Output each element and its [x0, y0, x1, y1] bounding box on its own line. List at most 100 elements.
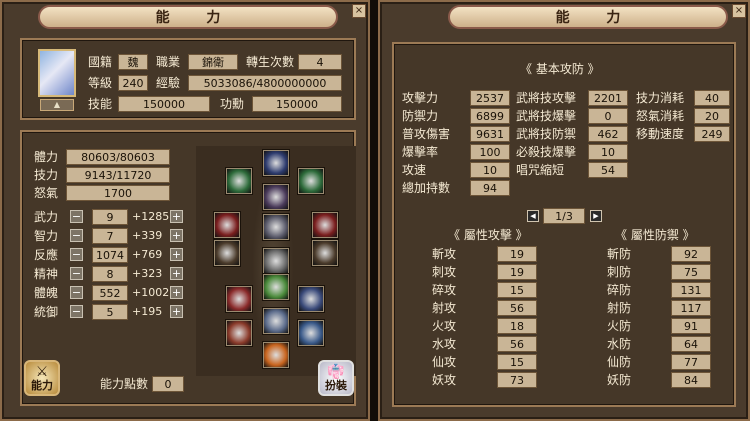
basic-stat-value: 100: [470, 144, 510, 160]
extra-stat-label: 怒氣消耗: [636, 109, 685, 123]
helmet-slot-icon[interactable]: [263, 150, 289, 176]
nation-label: 國籍: [88, 55, 113, 69]
attr-atk-label: 仙攻: [432, 355, 457, 369]
stat-minus-button[interactable]: −: [70, 305, 83, 318]
extra-stat-value: 20: [694, 108, 730, 124]
stat-bonus: +195: [132, 305, 163, 318]
right-close-button[interactable]: ×: [732, 4, 746, 18]
stat-label: 反應: [34, 248, 59, 262]
general-stat-label: 武將技防禦: [516, 127, 577, 141]
offhand-left-slot-icon[interactable]: [214, 240, 240, 266]
stat-minus-button[interactable]: −: [70, 229, 83, 242]
left-title-bar[interactable]: 能 力: [38, 5, 338, 29]
attr-def-value: 91: [671, 318, 711, 334]
armor-slot-icon[interactable]: [263, 214, 289, 240]
stat-plus-button[interactable]: +: [170, 229, 183, 242]
attr-def-label: 火防: [607, 319, 632, 333]
general-stat-value: 54: [588, 162, 628, 178]
general-stat-label: 必殺技爆擊: [516, 145, 577, 159]
ability-panel-left: 能 力 × ▲ 國籍 魏 職業 錦衛 轉生次數 4 等級 240 經驗 5033…: [0, 0, 370, 421]
glove-slot-icon[interactable]: [226, 286, 252, 312]
skill-label: 技能: [88, 97, 113, 111]
stat-minus-button[interactable]: −: [70, 210, 83, 223]
basic-stat-value: 10: [470, 162, 510, 178]
rebirth-label: 轉生次數: [246, 55, 295, 69]
bracelet-slot-icon[interactable]: [226, 320, 252, 346]
right-title-bar[interactable]: 能 力: [448, 5, 728, 29]
talisman-slot-icon[interactable]: [298, 320, 324, 346]
stat-bonus: +323: [132, 267, 163, 280]
stat-value: 8: [92, 266, 128, 282]
stat-bonus: +339: [132, 229, 163, 242]
weapon-left-slot-icon[interactable]: [214, 212, 240, 238]
general-stat-label: 武將技攻擊: [516, 91, 577, 105]
attr-def-label: 仙防: [607, 355, 632, 369]
earring-left-slot-icon[interactable]: [226, 168, 252, 194]
ability-points-label: 能力點數: [100, 377, 149, 391]
panel-gap: [370, 0, 378, 421]
ability-panel-right: 能 力 × 《 基本攻防 》 攻擊力 2537 防禦力 6899 普攻傷害 9631 爆擊率…: [378, 0, 750, 421]
pants-slot-icon[interactable]: [263, 274, 289, 300]
general-stat-value: 462: [588, 126, 628, 142]
stat-plus-button[interactable]: +: [170, 305, 183, 318]
portrait-up-button[interactable]: ▲: [40, 99, 74, 111]
stat-plus-button[interactable]: +: [170, 267, 183, 280]
extra-stat-label: 移動速度: [636, 127, 685, 141]
general-stat-value: 0: [588, 108, 628, 124]
hp-value: 80603/80603: [66, 149, 170, 165]
dress-up-button[interactable]: 👘 扮裝: [318, 360, 354, 396]
stat-value: 7: [92, 228, 128, 244]
attr-atk-value: 18: [497, 318, 537, 334]
job-value: 錦衛: [188, 54, 238, 70]
stat-plus-button[interactable]: +: [170, 210, 183, 223]
attr-def-label: 妖防: [607, 373, 632, 387]
rage-label: 怒氣: [34, 186, 59, 200]
merit-value: 150000: [252, 96, 342, 112]
attr-atk-label: 妖攻: [432, 373, 457, 387]
page-indicator: 1/3: [543, 208, 585, 224]
stat-plus-button[interactable]: +: [170, 286, 183, 299]
basic-stat-label: 爆擊率: [402, 145, 439, 159]
basic-section-title: 《 基本攻防 》: [520, 62, 600, 76]
attr-def-value: 92: [671, 246, 711, 262]
page-next-button[interactable]: ▶: [590, 210, 602, 222]
general-stat-label: 武將技爆擊: [516, 109, 577, 123]
attr-atk-title: 《 屬性攻擊 》: [448, 228, 528, 242]
weapon-right-slot-icon[interactable]: [312, 212, 338, 238]
stat-label: 精神: [34, 267, 59, 281]
left-panel-title: 能 力: [155, 10, 237, 26]
stat-value: 552: [92, 285, 128, 301]
hp-label: 體力: [34, 150, 59, 164]
stat-plus-button[interactable]: +: [170, 248, 183, 261]
offhand-right-slot-icon[interactable]: [312, 240, 338, 266]
mp-label: 技力: [34, 168, 59, 182]
attr-def-label: 斬防: [607, 247, 632, 261]
earring-right-slot-icon[interactable]: [298, 168, 324, 194]
stat-minus-button[interactable]: −: [70, 286, 83, 299]
stat-minus-button[interactable]: −: [70, 248, 83, 261]
right-panel-title: 能 力: [555, 10, 637, 26]
left-close-button[interactable]: ×: [352, 4, 366, 18]
attr-atk-value: 19: [497, 246, 537, 262]
attr-def-title: 《 屬性防禦 》: [615, 228, 695, 242]
merit-label: 功勳: [220, 97, 245, 111]
attr-atk-label: 火攻: [432, 319, 457, 333]
level-value: 240: [118, 75, 148, 91]
belt-slot-icon[interactable]: [263, 248, 289, 274]
necklace-slot-icon[interactable]: [263, 184, 289, 210]
attr-atk-label: 射攻: [432, 301, 457, 315]
skill-value: 150000: [118, 96, 210, 112]
ability-tab-button[interactable]: ⚔ 能力: [24, 360, 60, 396]
stat-bonus: +769: [132, 248, 163, 261]
exp-value: 5033086/4800000000: [188, 75, 342, 91]
attr-def-value: 64: [671, 336, 711, 352]
page-prev-button[interactable]: ◀: [527, 210, 539, 222]
ring-slot-icon[interactable]: [298, 286, 324, 312]
basic-stat-value: 9631: [470, 126, 510, 142]
attr-def-value: 84: [671, 372, 711, 388]
boots-slot-icon[interactable]: [263, 308, 289, 334]
exp-label: 經驗: [156, 76, 181, 90]
stat-minus-button[interactable]: −: [70, 267, 83, 280]
flame-slot-icon[interactable]: [263, 342, 289, 368]
basic-stat-label: 攻速: [402, 163, 427, 177]
